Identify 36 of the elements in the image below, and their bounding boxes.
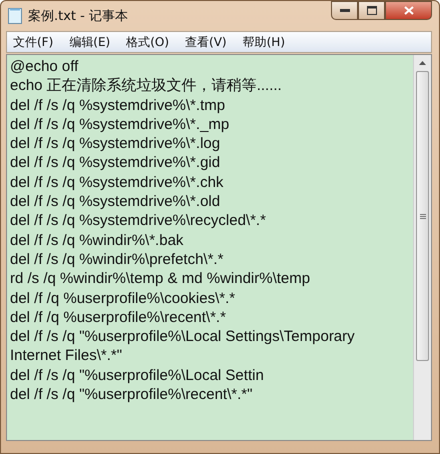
menu-item[interactable]: 查看(V) (185, 34, 227, 50)
maximize-icon (366, 6, 376, 15)
text-line: rd /s /q %windir%\temp & md %windir%\temp (10, 269, 312, 289)
text-line: echo 正在清除系统垃圾文件，请稍等...... (10, 76, 283, 96)
text-line: del /f /s /q %windir%\*.bak (10, 230, 184, 250)
minimize-button[interactable] (331, 1, 358, 20)
text-line: del /f /s /q %systemdrive%\*.gid (10, 153, 222, 173)
text-line: del /f /s /q %systemdrive%\*.old (10, 192, 222, 212)
scroll-thumb[interactable] (416, 71, 429, 361)
text-line: del /f /s /q "%userprofile%\Local Settin (10, 366, 265, 386)
text-line: del /f /s /q %systemdrive%\*.log (10, 134, 222, 154)
close-icon (404, 6, 414, 15)
text-line: del /f /s /q %systemdrive%\*.tmp (10, 96, 226, 115)
text-line: del /f /s /q %windir%\prefetch\*.* (10, 250, 224, 270)
text-line: del /f /q %userprofile%\cookies\*.* (10, 288, 236, 308)
scroll-up-icon[interactable] (419, 61, 426, 65)
grip-icon (420, 214, 426, 218)
text-line: del /f /s /q %systemdrive%\recycled\*.* (10, 211, 267, 231)
scrollbar[interactable] (413, 55, 431, 440)
menu-item[interactable]: 格式(O) (126, 34, 170, 50)
menu-item[interactable]: 帮助(H) (242, 34, 285, 50)
text-line: del /f /s /q "%userprofile%\recent\*.*" (10, 385, 254, 404)
text-area[interactable] (6, 54, 432, 441)
notepad-icon (8, 8, 22, 24)
text-line: del /f /s /q "%userprofile%\Local Settings\Temporary (10, 327, 356, 346)
text-line: del /f /q %userprofile%\recent\*.* (10, 308, 227, 328)
maximize-button[interactable] (358, 1, 385, 20)
menu-item[interactable]: 编辑(E) (69, 34, 110, 50)
text-line: Internet Files\*.*" (10, 346, 124, 366)
minimize-icon (340, 8, 350, 12)
menu-item[interactable]: 文件(F) (13, 34, 54, 50)
window-title: 案例.txt - 记事本 (28, 8, 128, 25)
text-line: del /f /s /q %systemdrive%\*._mp (10, 114, 230, 134)
text-line: @echo off (10, 57, 80, 76)
text-line: del /f /s /q %systemdrive%\*.chk (10, 172, 224, 192)
close-button[interactable] (385, 1, 432, 20)
